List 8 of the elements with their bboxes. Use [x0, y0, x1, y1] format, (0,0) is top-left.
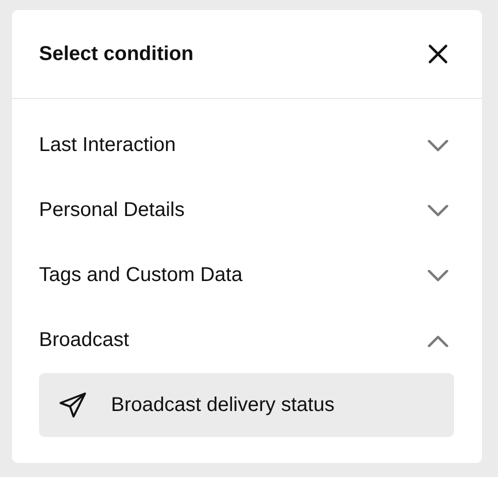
accordion-header[interactable]: Tags and Custom Data [39, 243, 455, 308]
accordion-header[interactable]: Last Interaction [39, 113, 455, 178]
paper-plane-icon [59, 392, 87, 418]
condition-option[interactable]: Broadcast delivery status [39, 373, 454, 437]
accordion-header[interactable]: Personal Details [39, 178, 455, 243]
accordion-header[interactable]: Broadcast [39, 308, 455, 373]
dialog-title: Select condition [39, 42, 194, 66]
close-icon[interactable] [428, 44, 448, 64]
